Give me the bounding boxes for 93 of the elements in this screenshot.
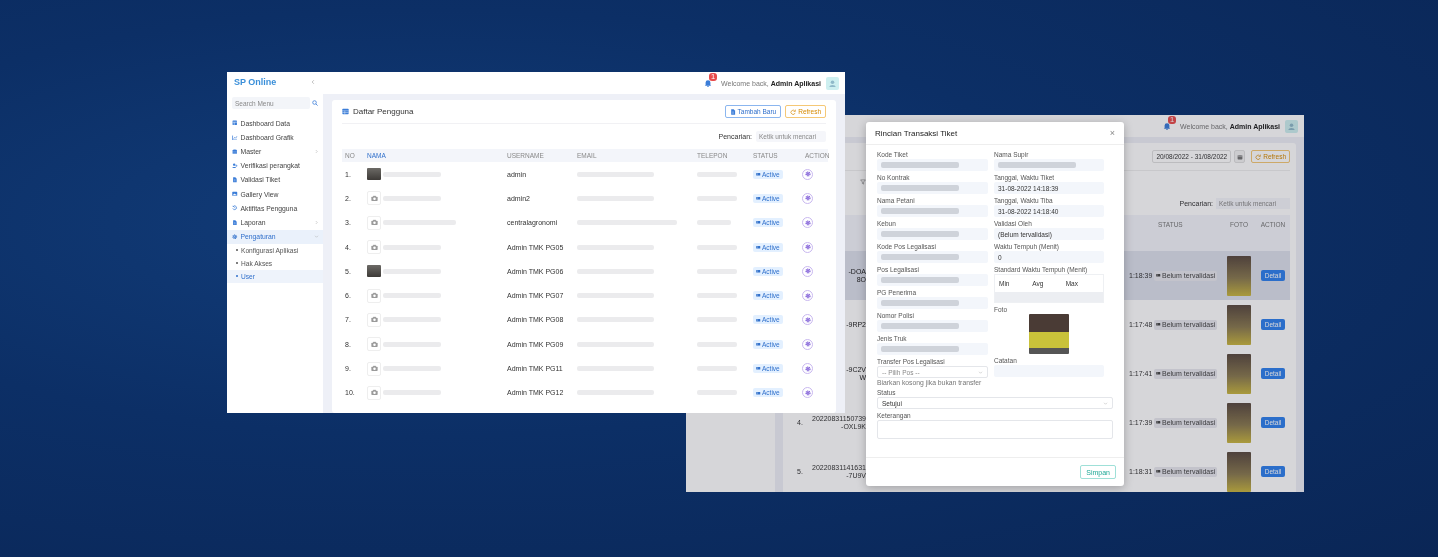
- gear-icon: [804, 268, 811, 275]
- refresh-icon: [1255, 153, 1262, 160]
- document-icon: [232, 177, 238, 183]
- settings-button[interactable]: [802, 192, 813, 204]
- gear-icon: [804, 365, 811, 372]
- id-card-icon: [756, 171, 761, 177]
- id-card-icon: [1156, 322, 1161, 327]
- image-icon: [232, 191, 238, 197]
- gear-icon: [804, 244, 811, 251]
- no-image-avatar: [367, 312, 381, 327]
- gear-icon: [804, 219, 811, 226]
- refresh-icon: [790, 108, 797, 115]
- gear-icon: [804, 389, 811, 396]
- grid-icon: [232, 120, 238, 126]
- chevron-down-icon: [314, 234, 319, 240]
- document-icon: [729, 108, 736, 115]
- table-icon: [342, 108, 349, 115]
- photo-placeholder: [1227, 402, 1251, 443]
- photo-placeholder: [367, 168, 381, 181]
- id-card-icon: [756, 366, 761, 371]
- settings-button[interactable]: [802, 168, 813, 180]
- chevron-down-icon: [978, 369, 983, 375]
- id-card-icon: [756, 317, 761, 323]
- gear-icon: [804, 171, 811, 178]
- input-field[interactable]: [877, 274, 988, 286]
- modal-title: Rincian Transaksi Tiket: [875, 128, 958, 138]
- photo-placeholder: [367, 265, 381, 278]
- no-image-avatar: [367, 191, 381, 206]
- input-field[interactable]: [877, 182, 988, 194]
- user-avatar[interactable]: [826, 76, 839, 90]
- calendar-button[interactable]: [1234, 150, 1246, 163]
- gear-icon: [804, 195, 811, 202]
- database-icon: [232, 148, 238, 155]
- history-icon: [232, 205, 238, 211]
- filter-icon[interactable]: [860, 179, 866, 185]
- calendar-icon: [1236, 153, 1243, 160]
- chevron-right-icon: [314, 148, 319, 154]
- no-image-avatar: [367, 337, 381, 352]
- input-field[interactable]: [994, 159, 1104, 171]
- photo-placeholder: [1227, 451, 1251, 492]
- id-card-icon: [756, 341, 761, 347]
- gear-icon: [804, 316, 811, 323]
- settings-button[interactable]: [802, 290, 813, 302]
- no-image-avatar: [367, 361, 381, 376]
- photo-placeholder: [1029, 314, 1069, 354]
- chevron-down-icon: [1103, 400, 1108, 406]
- no-image-avatar: [367, 288, 381, 303]
- no-image-avatar: [367, 215, 381, 230]
- input-field[interactable]: [877, 159, 988, 171]
- id-card-icon: [1156, 273, 1161, 278]
- search-icon: [312, 100, 318, 106]
- user-avatar[interactable]: [1285, 119, 1298, 133]
- input-field[interactable]: [877, 251, 988, 263]
- settings-button[interactable]: [802, 217, 813, 229]
- input-field[interactable]: [877, 343, 988, 355]
- input-field[interactable]: [877, 320, 988, 332]
- id-card-icon: [756, 293, 761, 298]
- id-card-icon: [1156, 469, 1161, 474]
- photo-placeholder: [1227, 353, 1251, 394]
- id-card-icon: [756, 269, 761, 274]
- gear-icon: [232, 233, 238, 240]
- settings-button[interactable]: [802, 363, 813, 374]
- photo-placeholder: [1227, 255, 1251, 296]
- input-field[interactable]: [877, 228, 988, 240]
- id-card-icon: [756, 244, 761, 250]
- user-add-icon: [232, 162, 238, 169]
- no-image-avatar: [367, 385, 381, 400]
- input-field[interactable]: [877, 205, 988, 217]
- id-card-icon: [756, 196, 761, 201]
- settings-button[interactable]: [802, 241, 813, 253]
- bell-icon[interactable]: [1163, 122, 1171, 130]
- photo-placeholder: [1227, 304, 1251, 345]
- panel-title: Daftar Pengguna: [353, 107, 414, 116]
- settings-button[interactable]: [802, 314, 813, 326]
- id-card-icon: [1156, 371, 1161, 376]
- settings-button[interactable]: [802, 387, 813, 399]
- gear-icon: [804, 341, 811, 348]
- settings-button[interactable]: [802, 265, 813, 277]
- app-logo-text: SP Online: [234, 77, 277, 87]
- no-image-avatar: [367, 240, 381, 255]
- id-card-icon: [756, 390, 761, 396]
- document-icon: [232, 219, 238, 226]
- bell-icon[interactable]: [704, 79, 712, 87]
- text-area[interactable]: [877, 420, 1113, 439]
- collapse-chevron-icon[interactable]: [310, 79, 316, 85]
- gear-icon: [804, 292, 811, 299]
- id-card-icon: [756, 220, 761, 225]
- close-button[interactable]: ×: [1109, 128, 1115, 138]
- id-card-icon: [1156, 420, 1161, 425]
- settings-button[interactable]: [802, 338, 813, 350]
- input-field[interactable]: [877, 297, 988, 309]
- chart-icon: [232, 134, 238, 141]
- chevron-right-icon: [314, 219, 319, 225]
